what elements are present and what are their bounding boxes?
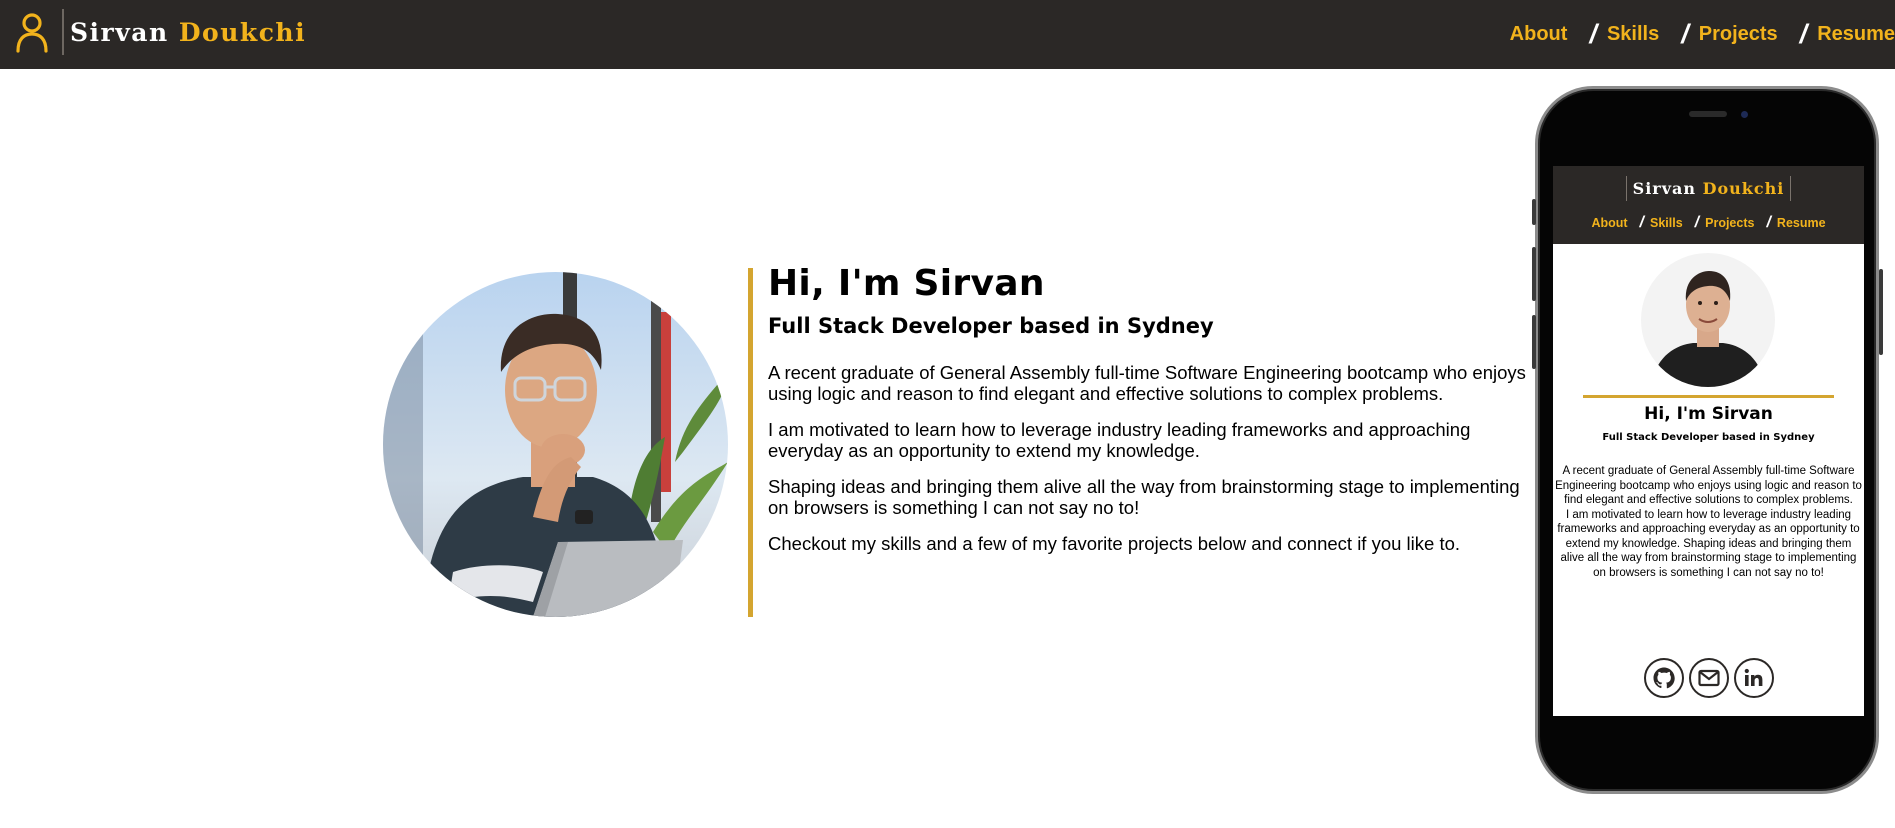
mobile-preview-screen: Sirvan Doukchi About / Skills / Projects… [1553,166,1864,716]
hero-paragraph: I am motivated to learn how to leverage … [768,419,1471,461]
nav-separator: / [1799,18,1808,49]
linkedin-link[interactable] [1733,658,1774,698]
nav-separator: / [1589,18,1597,49]
main-nav: About / Skills / Projects / Resume [1510,18,1895,50]
mobile-brand-last-name: Doukchi [1702,178,1785,198]
mobile-hero-paragraph: A recent graduate of General Assembly fu… [1555,465,1862,506]
phone-side-button [1879,269,1883,355]
nav-link-projects[interactable]: Projects [1699,23,1778,46]
hero-paragraph: A recent graduate of General Assembly fu… [768,362,1526,404]
brand-last-name: Doukchi [178,17,307,47]
linkedin-icon [1744,668,1762,686]
top-navbar: Sirvan Doukchi About / Skills / Projects… [0,0,1895,69]
mobile-social-links [1553,658,1864,698]
mobile-nav-about[interactable]: About [1591,216,1627,230]
phone-side-button [1532,247,1536,301]
email-link[interactable] [1688,658,1729,698]
phone-speaker [1689,111,1727,117]
mobile-nav-projects[interactable]: Projects [1705,216,1754,230]
mobile-brand[interactable]: Sirvan Doukchi [1553,174,1864,202]
mobile-nav-separator: / [1766,214,1771,231]
phone-mockup: Sirvan Doukchi About / Skills / Projects… [1532,86,1883,794]
hero-intro: Hi, I'm Sirvan Full Stack Developer base… [768,262,1538,554]
nav-link-skills[interactable]: Skills [1607,23,1659,46]
mobile-hero-paragraph: I am motivated to learn how to leverage … [1557,508,1860,579]
brand-first-name: Sirvan [70,17,169,47]
phone-side-button [1532,315,1536,369]
mobile-nav-skills[interactable]: Skills [1650,216,1683,230]
hero-accent-bar [748,268,753,617]
mobile-brand-name: Sirvan Doukchi [1625,175,1792,201]
github-link[interactable] [1643,658,1684,698]
nav-separator: / [1681,18,1689,49]
mobile-nav: About / Skills / Projects / Resume [1553,214,1864,232]
mobile-header: Sirvan Doukchi About / Skills / Projects… [1553,166,1864,244]
mobile-hero-body: A recent graduate of General Assembly fu… [1553,464,1864,580]
mobile-hero-subtitle: Full Stack Developer based in Sydney [1602,432,1815,443]
brand-logo[interactable]: Sirvan Doukchi [14,9,306,55]
hero-subtitle: Full Stack Developer based in Sydney [768,314,1214,338]
hero-paragraph: Checkout my skills and a few of my favor… [768,533,1461,554]
phone-side-button [1532,199,1536,225]
brand-name: Sirvan Doukchi [70,18,306,47]
hero-paragraph: Shaping ideas and bringing them alive al… [768,476,1520,518]
email-icon [1697,669,1720,687]
github-icon [1653,667,1675,689]
phone-camera [1741,111,1748,118]
brand-divider [62,9,64,55]
nav-link-about[interactable]: About [1510,23,1568,46]
mobile-brand-first-name: Sirvan [1632,178,1697,198]
mobile-nav-separator: / [1694,214,1700,231]
user-icon [14,9,50,55]
hero-title: Hi, I'm Sirvan [768,263,1045,304]
mobile-nav-separator: / [1639,214,1644,231]
nav-link-resume[interactable]: Resume [1817,23,1895,46]
mobile-accent-rule [1583,395,1834,398]
mobile-profile-photo [1641,253,1775,387]
mobile-hero-title: Hi, I'm Sirvan [1644,404,1773,424]
profile-photo [383,272,728,617]
mobile-nav-resume[interactable]: Resume [1777,216,1826,230]
